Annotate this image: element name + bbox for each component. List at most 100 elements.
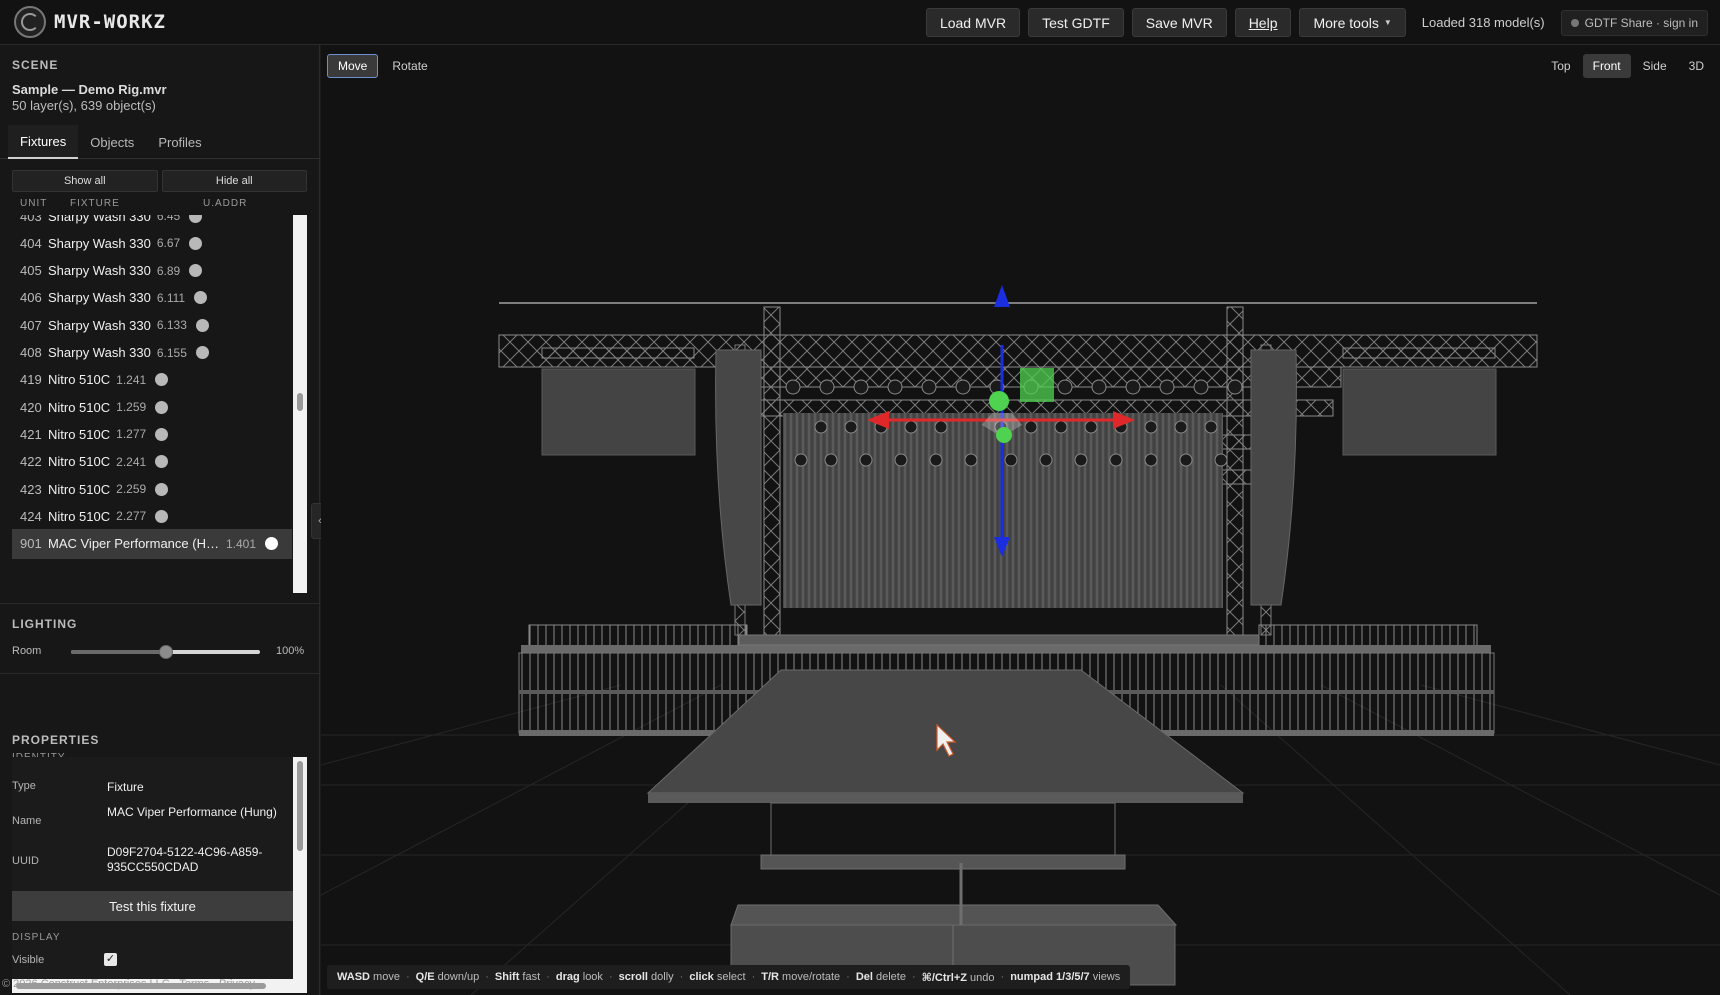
- visibility-toggle-icon[interactable]: [155, 482, 169, 496]
- gdtf-share-button[interactable]: GDTF Share · sign in: [1560, 9, 1708, 36]
- fixture-row[interactable]: 405 Sharpy Wash 330 6.89: [12, 256, 292, 286]
- column-unit: UNIT: [20, 198, 48, 209]
- visibility-toggle-icon[interactable]: [189, 264, 203, 278]
- properties-panel: Type Fixture Name MAC Viper Performance …: [12, 757, 307, 993]
- app-logo: MVR-WORKZ: [14, 6, 166, 38]
- visibility-toggle-icon[interactable]: [195, 346, 209, 359]
- 3d-viewport[interactable]: Move Rotate Top Front Side 3D WASD move ·…: [321, 45, 1720, 995]
- app-title: MVR-WORKZ: [54, 11, 166, 33]
- fixture-row[interactable]: 419 Nitro 510C 1.241: [12, 365, 292, 395]
- footer-copyright[interactable]: © 2026 Construct Enterprises LLC · Terms…: [2, 978, 255, 990]
- hint-separator: ·: [485, 971, 489, 983]
- more-tools-button[interactable]: More tools ▼: [1299, 8, 1406, 37]
- fixture-name: Sharpy Wash 330: [48, 215, 151, 224]
- fixture-unit: 901: [20, 536, 42, 552]
- properties-vertical-scrollbar[interactable]: [293, 757, 307, 979]
- visibility-toggle-icon[interactable]: [155, 427, 169, 441]
- view-top-button[interactable]: Top: [1541, 54, 1580, 78]
- fixture-row[interactable]: 424 Nitro 510C 2.277: [12, 501, 292, 531]
- hint-desc: undo: [967, 971, 995, 984]
- visibility-toggle-icon[interactable]: [189, 236, 203, 250]
- fixture-address: 2.259: [116, 482, 147, 496]
- fixture-name: Nitro 510C: [48, 399, 111, 415]
- view-3d-button[interactable]: 3D: [1679, 54, 1714, 78]
- fixture-unit: 403: [20, 215, 42, 224]
- visible-checkbox[interactable]: ✓: [104, 953, 117, 966]
- caret-down-icon: ▼: [1383, 18, 1392, 27]
- fixture-unit: 404: [20, 235, 42, 251]
- top-bar: MVR-WORKZ Load MVR Test GDTF Save MVR He…: [0, 0, 1720, 45]
- load-mvr-button[interactable]: Load MVR: [925, 8, 1021, 37]
- hint-separator: ·: [1000, 971, 1005, 983]
- help-button[interactable]: Help: [1234, 8, 1292, 37]
- properties-header: PROPERTIES: [12, 733, 312, 747]
- hint-desc: move/rotate: [779, 971, 841, 983]
- visibility-toggle-icon[interactable]: [155, 509, 169, 523]
- test-fixture-button[interactable]: Test this fixture: [12, 891, 293, 921]
- fixture-name: Sharpy Wash 330: [48, 345, 151, 360]
- visibility-toggle-icon[interactable]: [189, 215, 203, 223]
- prop-name-value: MAC Viper Performance (Hung): [107, 805, 277, 819]
- fixture-row[interactable]: 408 Sharpy Wash 330 6.155: [12, 338, 292, 368]
- hint-key: ⌘/Ctrl+Z: [921, 971, 967, 984]
- fixture-row[interactable]: 421 Nitro 510C 1.277: [12, 419, 292, 449]
- view-front-button[interactable]: Front: [1582, 54, 1631, 78]
- show-all-button[interactable]: Show all: [12, 170, 158, 192]
- save-mvr-button[interactable]: Save MVR: [1131, 8, 1227, 37]
- room-label: Room: [12, 645, 42, 657]
- gizmo-handle-top[interactable]: [989, 391, 1009, 411]
- hint-desc: dolly: [647, 971, 674, 983]
- visibility-toggle-icon[interactable]: [195, 318, 209, 332]
- fixture-row[interactable]: 403 Sharpy Wash 330 6.45: [12, 215, 292, 231]
- fixture-row[interactable]: 420 Nitro 510C 1.259: [12, 392, 292, 422]
- hint-separator: ·: [405, 971, 410, 983]
- gizmo-arrow-up[interactable]: [994, 285, 1010, 307]
- view-side-button[interactable]: Side: [1633, 54, 1677, 78]
- fixture-name: Sharpy Wash 330: [48, 290, 151, 306]
- prop-name-key: Name: [12, 815, 42, 827]
- fixture-list[interactable]: 901 MAC Viper Performance (Hu... 1.401 424 N…: [12, 215, 307, 593]
- properties-vertical-scroll-thumb[interactable]: [297, 761, 303, 851]
- fixture-row[interactable]: 407 Sharpy Wash 330 6.133: [12, 310, 292, 340]
- tab-fixtures[interactable]: Fixtures: [8, 125, 79, 159]
- fixture-row[interactable]: 404 Sharpy Wash 330 6.67: [12, 228, 292, 258]
- mode-rotate-button[interactable]: Rotate: [382, 54, 437, 78]
- hint-separator: ·: [546, 971, 550, 983]
- fixture-row[interactable]: 423 Nitro 510C 2.259: [12, 474, 292, 504]
- fixture-unit: 424: [20, 508, 42, 524]
- tab-objects[interactable]: Objects: [78, 125, 146, 159]
- tab-profiles[interactable]: Profiles: [146, 125, 213, 159]
- fixture-row[interactable]: 901 MAC Viper Performance (Hu... 1.401: [12, 528, 292, 559]
- scene-section: SCENE Sample — Demo Rig.mvr 50 layer(s),…: [12, 58, 167, 113]
- display-label: DISPLAY: [12, 932, 61, 943]
- visibility-toggle-icon[interactable]: [265, 537, 279, 551]
- gizmo-handle-bottom[interactable]: [996, 427, 1012, 443]
- fixture-unit: 405: [20, 263, 42, 279]
- hint-key: scroll: [618, 971, 648, 983]
- room-slider-handle[interactable]: [158, 645, 173, 659]
- scene-render[interactable]: [321, 45, 1720, 995]
- prop-visible-key: Visible: [12, 954, 45, 966]
- hint-desc: views: [1089, 971, 1121, 983]
- fixture-row[interactable]: 406 Sharpy Wash 330 6.111: [12, 283, 292, 313]
- fixture-list-scroll-thumb[interactable]: [297, 393, 303, 411]
- fixture-unit: 407: [20, 317, 42, 333]
- visibility-toggle-icon[interactable]: [155, 455, 169, 469]
- visibility-toggle-icon[interactable]: [155, 400, 169, 414]
- hint-desc: fast: [519, 971, 541, 983]
- fixture-address: 2.241: [116, 454, 147, 469]
- fixture-address: 1.277: [116, 427, 147, 442]
- sidebar: SCENE Sample — Demo Rig.mvr 50 layer(s),…: [0, 45, 320, 995]
- fixture-row[interactable]: 422 Nitro 510C 2.241: [12, 447, 292, 477]
- view-buttons: Top Front Side 3D: [1541, 54, 1714, 78]
- gizmo-plane-handle[interactable]: [1020, 368, 1054, 402]
- hide-all-button[interactable]: Hide all: [161, 170, 307, 192]
- visibility-toggle-icon[interactable]: [155, 373, 169, 387]
- test-gdtf-button[interactable]: Test GDTF: [1028, 8, 1124, 37]
- mode-move-button[interactable]: Move: [327, 54, 379, 78]
- hint-item: scroll dolly: [619, 971, 674, 983]
- hint-key: numpad 1/3/5/7: [1010, 971, 1090, 983]
- fixture-address: 6.133: [156, 318, 187, 333]
- visibility-toggle-icon[interactable]: [194, 291, 208, 305]
- fixture-list-scrollbar[interactable]: [293, 215, 307, 593]
